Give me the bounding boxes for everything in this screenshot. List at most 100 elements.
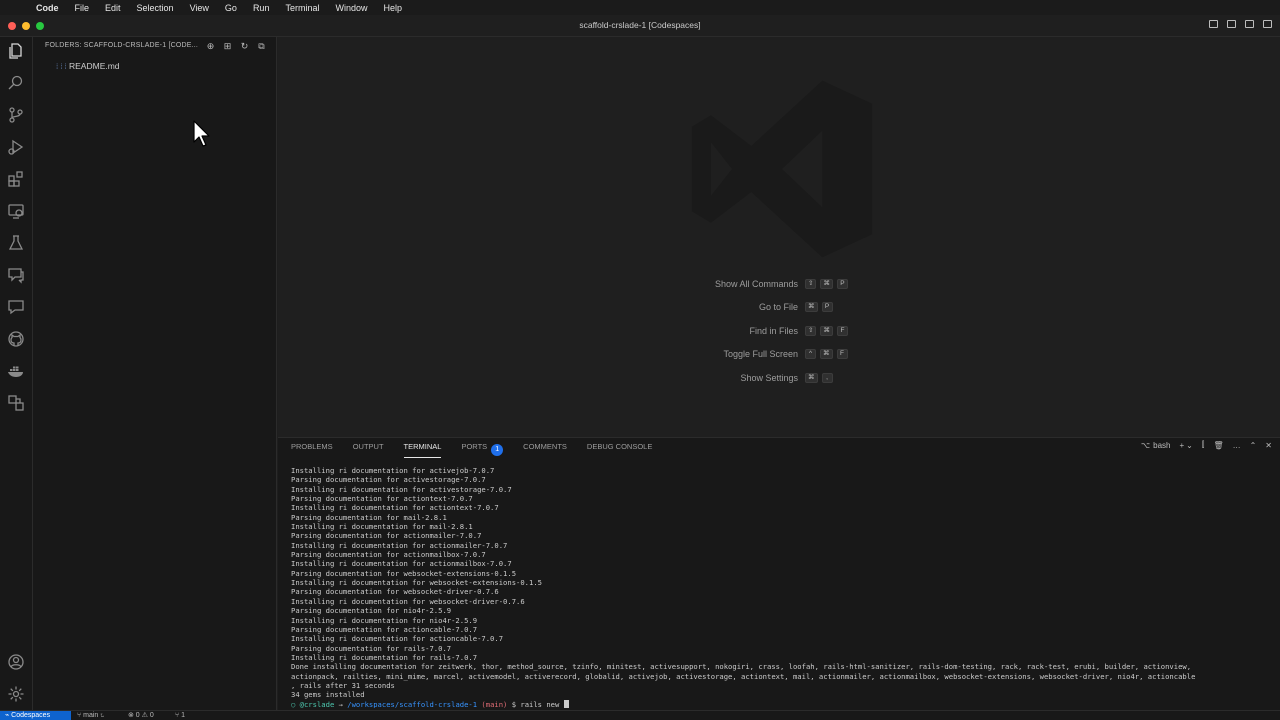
terminal-line: Parsing documentation for actioncable-7.… bbox=[291, 624, 478, 634]
remote-indicator[interactable]: ⌁ Codespaces bbox=[0, 711, 71, 720]
terminal-line: Installing ri documentation for activejo… bbox=[291, 466, 495, 475]
kill-terminal-icon[interactable]: 🗑 bbox=[1213, 441, 1223, 450]
menu-file[interactable]: File bbox=[75, 3, 90, 13]
hint-toggle-full-screen: Toggle Full Screen bbox=[723, 349, 798, 359]
toggle-secondary-sidebar-icon[interactable] bbox=[1245, 20, 1254, 28]
live-share-icon[interactable] bbox=[7, 394, 25, 412]
manage-icon[interactable] bbox=[7, 685, 25, 703]
terminal-line: Parsing documentation for actionmailbox-… bbox=[291, 550, 486, 560]
remote-explorer-icon[interactable] bbox=[7, 202, 25, 220]
mouse-pointer-icon bbox=[193, 120, 210, 147]
prompt-path: /workspaces/scaffold-crslade-1 bbox=[347, 699, 478, 708]
customize-layout-icon[interactable] bbox=[1263, 20, 1272, 28]
explorer-icon[interactable] bbox=[7, 42, 25, 60]
ports-count-badge: 1 bbox=[491, 444, 504, 456]
prompt-marker: ○ bbox=[291, 699, 296, 708]
new-terminal-icon[interactable]: + bbox=[1180, 441, 1185, 450]
explorer-actions: ⊕ ⊞ ↻ ⧉ bbox=[205, 41, 267, 52]
testing-icon[interactable] bbox=[7, 234, 25, 252]
terminal-line: Installing ri documentation for actionca… bbox=[291, 634, 504, 644]
run-debug-icon[interactable] bbox=[7, 138, 25, 156]
menu-edit[interactable]: Edit bbox=[105, 3, 121, 13]
menu-selection[interactable]: Selection bbox=[137, 3, 174, 13]
hint-show-all-commands: Show All Commands bbox=[714, 279, 798, 289]
collapse-all-icon[interactable]: ⧉ bbox=[256, 41, 267, 52]
terminal-line: Installing ri documentation for actionte… bbox=[291, 503, 499, 513]
toggle-primary-sidebar-icon[interactable] bbox=[1209, 20, 1218, 28]
tab-comments[interactable]: COMMENTS bbox=[523, 441, 567, 455]
extensions-icon[interactable] bbox=[7, 170, 25, 188]
panel-tabs: PROBLEMS OUTPUT TERMINAL PORTS 1 COMMENTS… bbox=[291, 441, 672, 458]
menu-view[interactable]: View bbox=[190, 3, 209, 13]
menu-terminal[interactable]: Terminal bbox=[285, 3, 319, 13]
terminal-line: Parsing documentation for rails-7.0.7 bbox=[291, 643, 452, 653]
terminal-line: Installing ri documentation for actionma… bbox=[291, 540, 508, 550]
terminal-line: Installing ri documentation for rails-7.… bbox=[291, 652, 478, 662]
problems-indicator[interactable]: ⊗ 0 ⚠ 0 bbox=[128, 711, 154, 720]
panel-actions: ⌥ bash + ⌄ ⫿ 🗑 … ⌃ ✕ bbox=[1132, 440, 1272, 450]
file-item-readme[interactable]: ⁞⁞⁞ README.md bbox=[33, 60, 276, 74]
terminal-line: actionpack, railties, mini_mime, marcel,… bbox=[291, 671, 1196, 681]
menu-bar: Code File Edit Selection View Go Run Ter… bbox=[0, 0, 1280, 15]
hint-keys-toggle-full-screen: ^ ⌘ F bbox=[805, 349, 848, 359]
terminal-dropdown-icon[interactable]: ⌄ bbox=[1186, 441, 1193, 450]
hint-keys-show-settings: ⌘ , bbox=[805, 373, 833, 383]
maximize-panel-icon[interactable]: ⌃ bbox=[1250, 441, 1257, 450]
tab-ports[interactable]: PORTS 1 bbox=[461, 441, 504, 456]
terminal-line: Installing ri documentation for activest… bbox=[291, 484, 512, 494]
comments-icon[interactable] bbox=[7, 266, 25, 284]
chat-icon[interactable] bbox=[7, 298, 25, 316]
activity-bar bbox=[0, 37, 33, 710]
hint-keys-find-in-files: ⇧ ⌘ F bbox=[805, 326, 848, 336]
hint-keys-go-to-file: ⌘ P bbox=[805, 302, 833, 312]
more-actions-icon[interactable]: … bbox=[1233, 441, 1241, 450]
toggle-panel-icon[interactable] bbox=[1227, 20, 1236, 28]
terminal-shell-name[interactable]: bash bbox=[1153, 441, 1170, 450]
terminal-line: Parsing documentation for activestorage-… bbox=[291, 475, 486, 485]
tab-problems[interactable]: PROBLEMS bbox=[291, 441, 333, 455]
tab-terminal[interactable]: TERMINAL bbox=[403, 441, 441, 458]
ports-indicator[interactable]: ⑂ 1 bbox=[175, 711, 185, 720]
terminal-line: Parsing documentation for nio4r-2.5.9 bbox=[291, 606, 452, 616]
menu-code[interactable]: Code bbox=[36, 3, 59, 13]
prompt-command: rails new bbox=[520, 699, 564, 708]
menu-run[interactable]: Run bbox=[253, 3, 270, 13]
terminal-line: Installing ri documentation for mail-2.8… bbox=[291, 522, 473, 532]
prompt-symbol: $ bbox=[511, 699, 517, 708]
hint-keys-show-all-commands: ⇧ ⌘ P bbox=[805, 279, 848, 289]
terminal-line: Done installing documentation for zeitwe… bbox=[291, 662, 1192, 672]
accounts-icon[interactable] bbox=[7, 653, 25, 671]
terminal-shell-icon: ⌥ bbox=[1140, 440, 1151, 450]
terminal-line: Installing ri documentation for nio4r-2.… bbox=[291, 615, 478, 625]
tab-debug-console[interactable]: DEBUG CONSOLE bbox=[587, 441, 652, 455]
github-icon[interactable] bbox=[7, 330, 25, 348]
source-control-icon[interactable] bbox=[7, 106, 25, 124]
prompt-branch: (main) bbox=[481, 699, 508, 708]
menu-window[interactable]: Window bbox=[335, 3, 367, 13]
tab-output[interactable]: OUTPUT bbox=[353, 441, 384, 455]
menu-help[interactable]: Help bbox=[383, 3, 402, 13]
new-file-icon[interactable]: ⊕ bbox=[205, 41, 216, 52]
terminal-output[interactable]: Installing ri documentation for activejo… bbox=[291, 466, 1271, 708]
window-title: scaffold-crslade-1 [Codespaces] bbox=[579, 20, 701, 30]
branch-indicator[interactable]: ⑂ main ↻ bbox=[77, 711, 104, 720]
explorer-header: FOLDERS: SCAFFOLD-CRSLADE-1 [CODE... bbox=[45, 42, 199, 49]
terminal-line: Parsing documentation for websocket-driv… bbox=[291, 587, 499, 597]
terminal-prompt-line[interactable]: ○ @crslade → /workspaces/scaffold-crslad… bbox=[291, 699, 1271, 708]
layout-controls bbox=[1209, 20, 1272, 28]
terminal-line: Parsing documentation for actionmailer-7… bbox=[291, 531, 482, 541]
terminal-line: , rails after 31 seconds bbox=[291, 680, 395, 690]
new-folder-icon[interactable]: ⊞ bbox=[222, 41, 233, 52]
menu-go[interactable]: Go bbox=[225, 3, 237, 13]
refresh-icon[interactable]: ↻ bbox=[239, 41, 250, 52]
terminal-line: Installing ri documentation for actionma… bbox=[291, 559, 512, 569]
docker-icon[interactable] bbox=[7, 362, 25, 380]
search-icon[interactable] bbox=[7, 74, 25, 92]
terminal-line: Installing ri documentation for websocke… bbox=[291, 578, 542, 588]
editor-area: Show All Commands ⇧ ⌘ P Go to File ⌘ P F… bbox=[278, 37, 1280, 437]
terminal-line: Parsing documentation for mail-2.8.1 bbox=[291, 512, 447, 522]
terminal-line: 34 gems installed bbox=[291, 690, 365, 700]
terminal-line: Installing ri documentation for websocke… bbox=[291, 596, 525, 606]
split-terminal-icon[interactable]: ⫿ bbox=[1202, 440, 1205, 450]
close-panel-icon[interactable]: ✕ bbox=[1265, 441, 1272, 450]
